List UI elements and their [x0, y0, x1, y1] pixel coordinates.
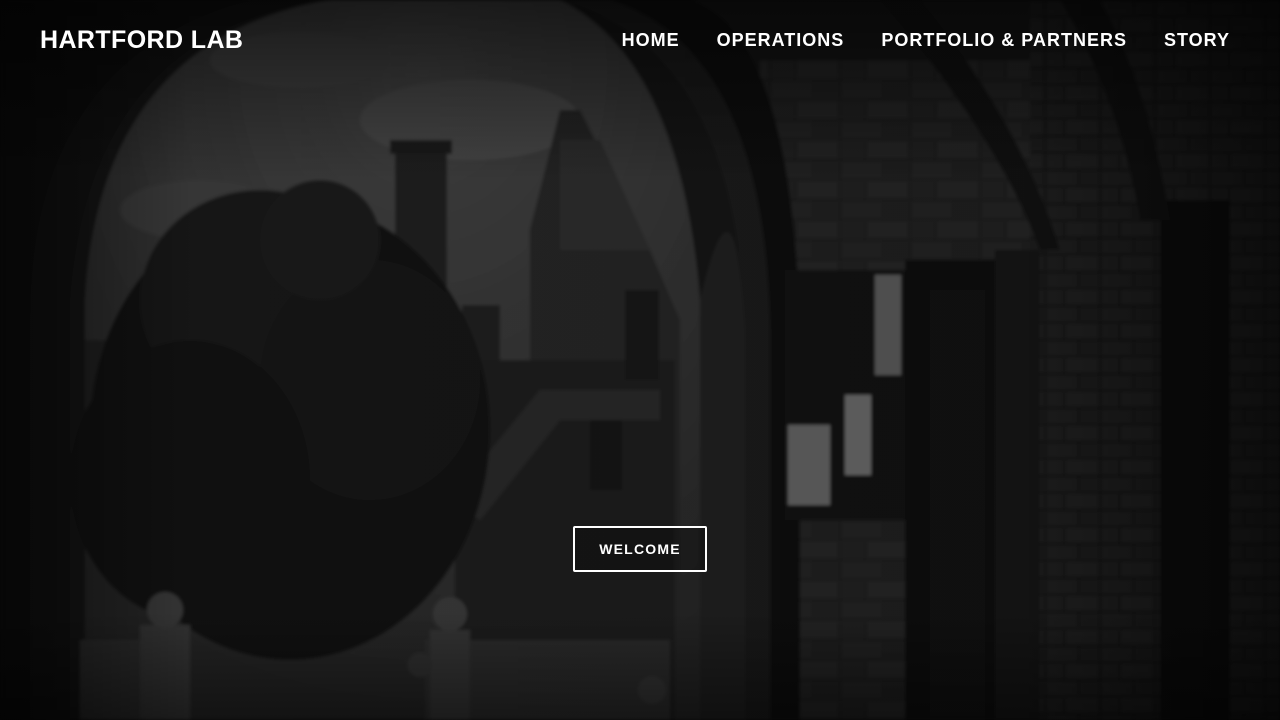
- nav-link-portfolio-partners[interactable]: PORTFOLIO & PARTNERS: [881, 30, 1127, 50]
- hero-background-image: [0, 0, 1280, 720]
- menu-item-home: HOME: [622, 30, 680, 51]
- menu-item-portfolio-partners: PORTFOLIO & PARTNERS: [881, 30, 1127, 51]
- nav-link-home[interactable]: HOME: [622, 30, 680, 50]
- nav-link-story[interactable]: STORY: [1164, 30, 1230, 50]
- welcome-button[interactable]: WELCOME: [573, 526, 707, 572]
- brand-logo-link[interactable]: HARTFORD LAB: [40, 26, 243, 55]
- top-navigation: HARTFORD LAB HOME OPERATIONS PORTFOLIO &…: [0, 0, 1280, 84]
- nav-link-operations[interactable]: OPERATIONS: [717, 30, 845, 50]
- hero-section: HARTFORD LAB HOME OPERATIONS PORTFOLIO &…: [0, 0, 1280, 720]
- main-menu: HOME OPERATIONS PORTFOLIO & PARTNERS STO…: [622, 30, 1230, 51]
- menu-item-operations: OPERATIONS: [717, 30, 845, 51]
- menu-item-story: STORY: [1164, 30, 1230, 51]
